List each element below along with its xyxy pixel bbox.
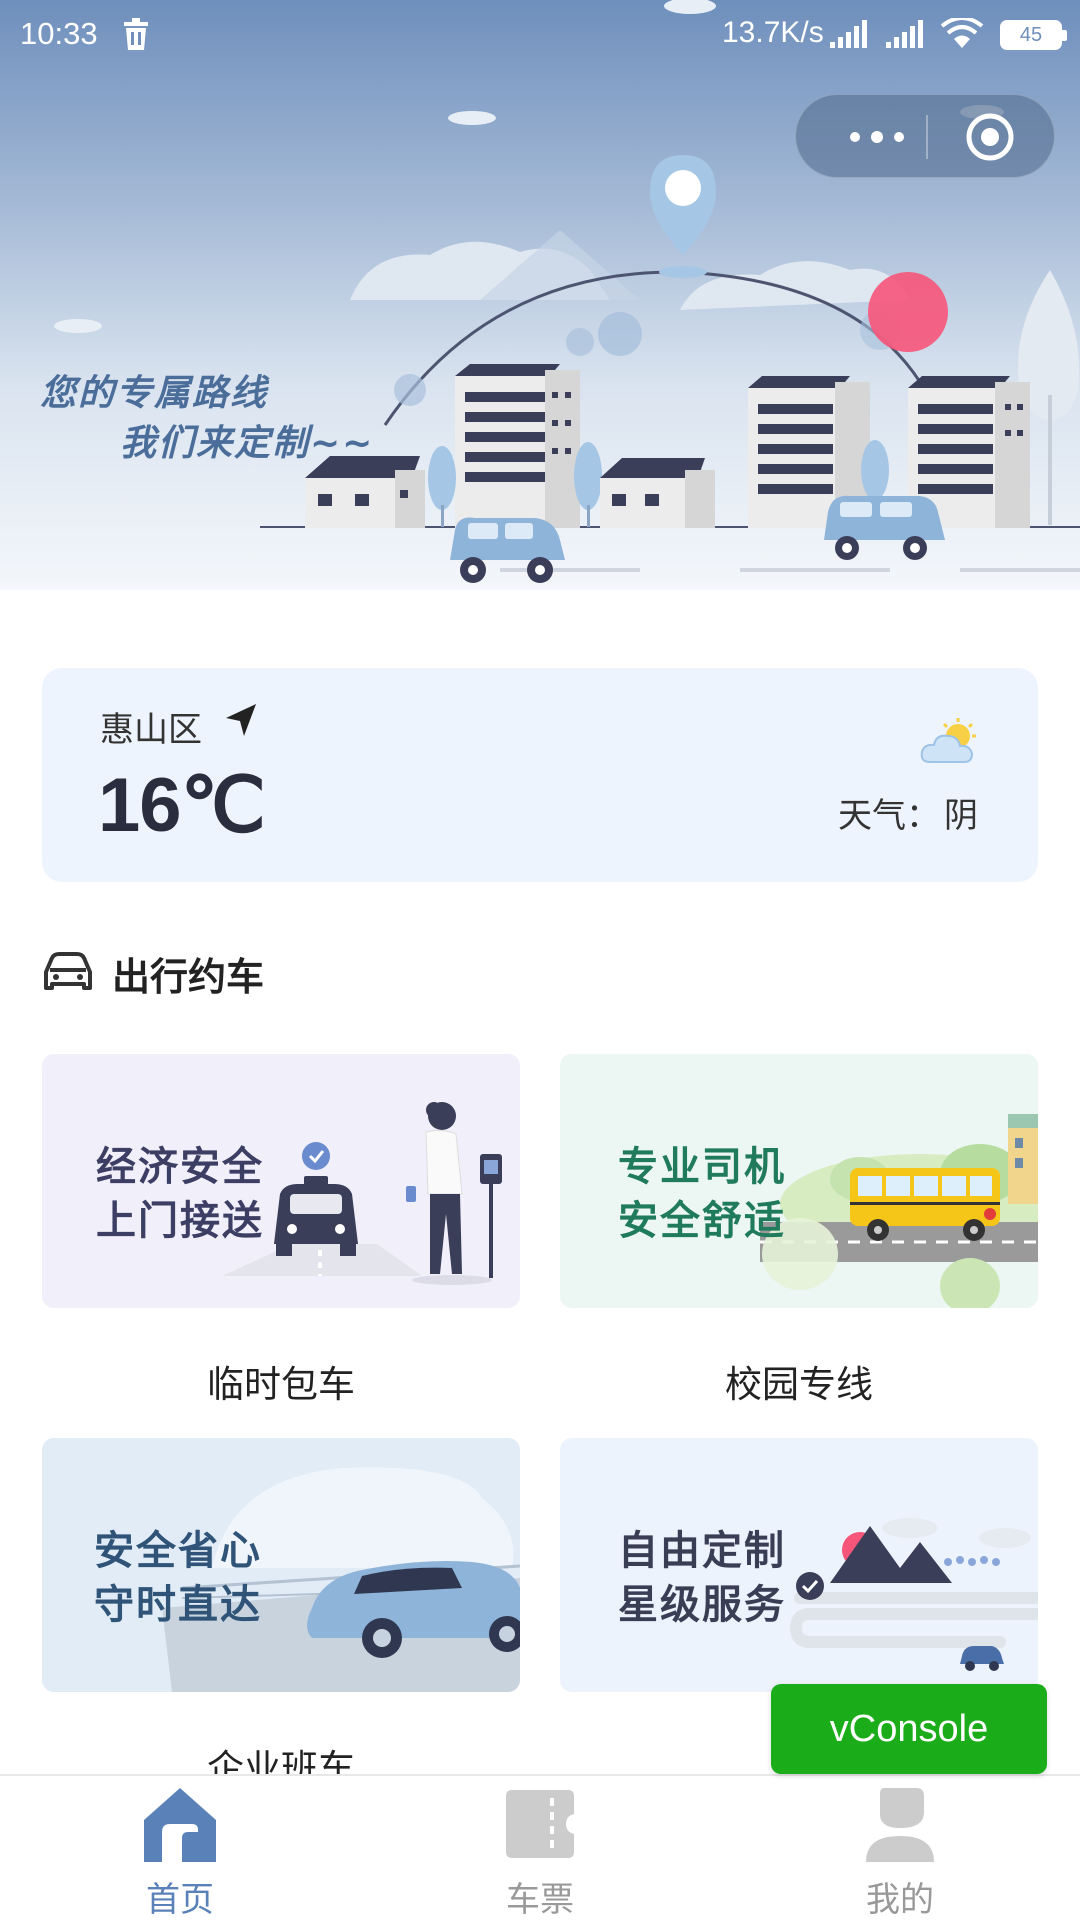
capsule-divider [926, 115, 928, 159]
wifi-icon [940, 16, 984, 58]
weather-card: 惠山区 16℃ 天气： 阴 [42, 668, 1038, 882]
miniprogram-capsule [795, 94, 1055, 178]
card-caption-campus[interactable]: 校园专线 [560, 1354, 1038, 1408]
trash-icon [122, 18, 150, 58]
hero-banner: 您的专属路线 我们来定制~~ [0, 0, 1080, 590]
weather-label: 天气： [838, 796, 940, 836]
home-icon [142, 1784, 218, 1868]
card-slogan-line2: 上门接送 [96, 1198, 264, 1244]
card-caption-charter[interactable]: 临时包车 [42, 1354, 520, 1408]
signal-icon [830, 20, 874, 56]
service-card-custom[interactable]: 自由定制 星级服务 [560, 1438, 1038, 1692]
battery-icon: 45 [1000, 20, 1067, 50]
hero-illustration [54, 0, 1080, 583]
location-arrow-icon[interactable] [224, 702, 258, 742]
weather-temperature: 16℃ [98, 763, 266, 848]
card-slogan-line2: 安全舒适 [618, 1198, 786, 1244]
user-icon [862, 1784, 938, 1868]
tab-label: 我的 [866, 1880, 934, 1920]
service-card-shuttle[interactable]: 安全省心 守时直达 [42, 1438, 520, 1692]
more-menu-icon[interactable] [826, 95, 926, 179]
card-slogan-line1: 经济安全 [96, 1144, 264, 1190]
status-bar: 10:33 13.7K/s 45 [0, 0, 1080, 72]
card-slogan-line1: 专业司机 [618, 1144, 786, 1190]
service-card-campus[interactable]: 专业司机 安全舒适 [560, 1054, 1038, 1308]
hero-slogan-line2: 我们来定制~~ [120, 423, 375, 464]
bottom-tab-bar: 首页 车票 我的 [0, 1774, 1080, 1920]
weather-condition: 阴 [944, 796, 978, 836]
hero-slogan-line1: 您的专属路线 [40, 373, 269, 414]
card-slogan-line1: 安全省心 [94, 1528, 262, 1574]
tab-label: 首页 [146, 1880, 214, 1920]
tab-label: 车票 [506, 1880, 574, 1920]
tab-profile[interactable]: 我的 [720, 1776, 1080, 1920]
signal-icon [886, 20, 930, 56]
car-icon [42, 950, 94, 998]
section-title: 出行约车 [112, 955, 265, 999]
close-miniprogram-icon[interactable] [964, 111, 1016, 163]
card-slogan-line1: 自由定制 [618, 1528, 786, 1574]
tab-home[interactable]: 首页 [0, 1776, 360, 1920]
vconsole-button[interactable]: vConsole [771, 1684, 1047, 1774]
service-card-charter[interactable]: 经济安全 上门接送 [42, 1054, 520, 1308]
status-time: 10:33 [20, 16, 98, 51]
card-slogan-line2: 守时直达 [94, 1582, 262, 1628]
partly-cloudy-icon [920, 718, 984, 770]
card-slogan-line2: 星级服务 [618, 1582, 786, 1628]
network-speed: 13.7K/s [722, 16, 824, 49]
tab-tickets[interactable]: 车票 [360, 1776, 720, 1920]
ticket-icon [502, 1784, 578, 1868]
weather-district: 惠山区 [100, 710, 202, 750]
